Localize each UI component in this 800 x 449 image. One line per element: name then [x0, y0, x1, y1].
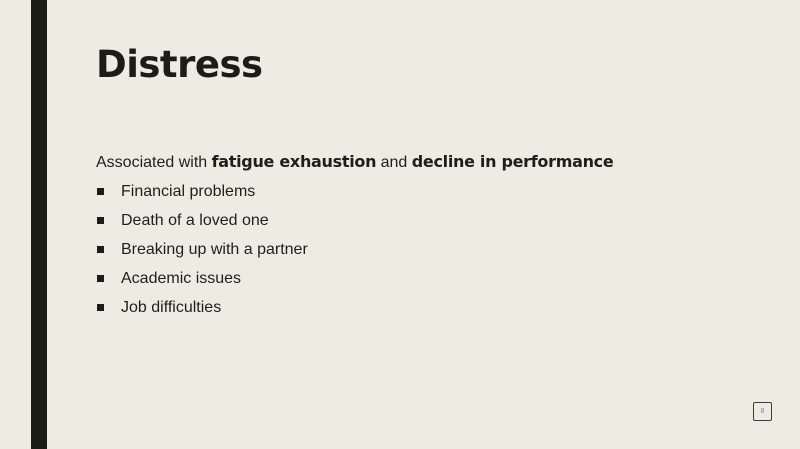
square-bullet-icon — [97, 275, 104, 282]
list-item: Job difficulties — [96, 296, 736, 320]
list-item: Death of a loved one — [96, 209, 736, 233]
slide-title: Distress — [96, 43, 263, 86]
intro-conjunction: and — [376, 154, 412, 171]
list-item-text: Job difficulties — [121, 299, 222, 316]
slide-body: Associated with fatigue exhaustion and d… — [96, 150, 736, 325]
square-bullet-icon — [97, 246, 104, 253]
list-item-text: Death of a loved one — [121, 212, 269, 229]
intro-emphasis-fatigue: fatigue exhaustion — [211, 152, 377, 171]
bullet-list: Financial problems Death of a loved one … — [96, 180, 736, 320]
list-item: Breaking up with a partner — [96, 238, 736, 262]
slide: Distress Associated with fatigue exhaust… — [0, 0, 800, 449]
page-number: 8 — [753, 402, 772, 421]
list-item: Financial problems — [96, 180, 736, 204]
intro-line: Associated with fatigue exhaustion and d… — [96, 150, 736, 175]
list-item-text: Academic issues — [121, 270, 242, 287]
square-bullet-icon — [97, 304, 104, 311]
accent-bar — [31, 0, 47, 449]
intro-prefix: Associated with — [96, 154, 212, 171]
list-item-text: Financial problems — [121, 183, 256, 200]
square-bullet-icon — [97, 188, 104, 195]
square-bullet-icon — [97, 217, 104, 224]
list-item: Academic issues — [96, 267, 736, 291]
intro-emphasis-decline: decline in performance — [411, 152, 614, 171]
list-item-text: Breaking up with a partner — [121, 241, 308, 258]
